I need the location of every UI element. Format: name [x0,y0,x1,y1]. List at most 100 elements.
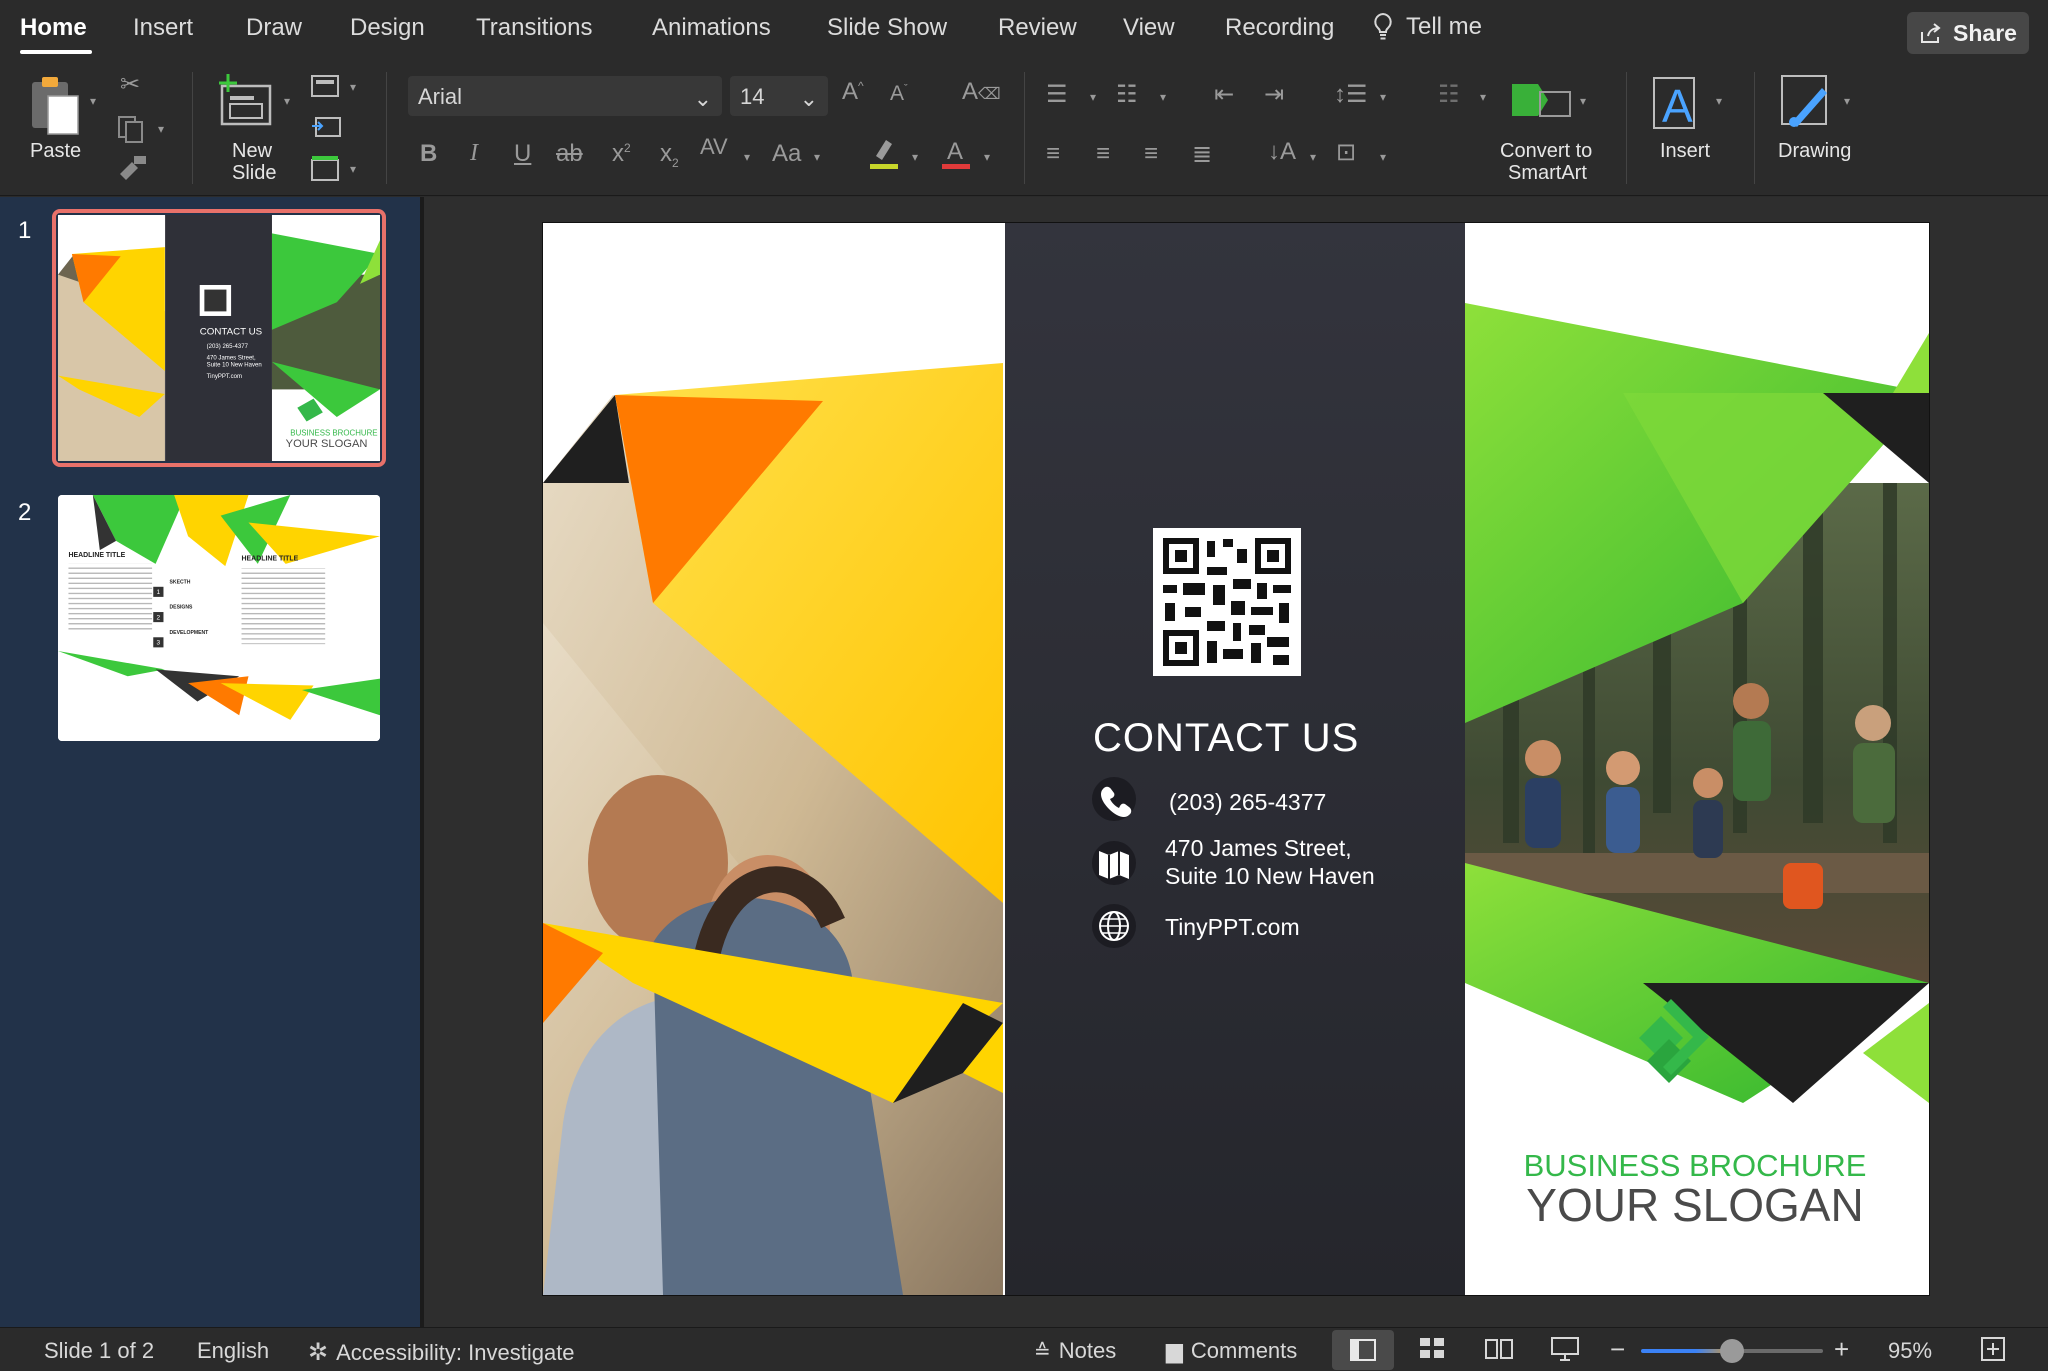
normal-view-button[interactable] [1332,1330,1394,1370]
tab-draw[interactable]: Draw [246,14,302,42]
slide-thumbnail-1[interactable]: CONTACT US (203) 265-4377 470 James Stre… [58,215,380,461]
tab-view[interactable]: View [1123,14,1175,42]
thumb-1-address-line2: Suite 10 New Haven [207,362,262,368]
slide-sorter-button[interactable] [1418,1336,1446,1360]
columns-icon[interactable]: ☷ [1438,80,1460,109]
share-button[interactable]: Share [1907,12,2029,54]
highlight-button[interactable] [868,136,900,175]
map-icon [1092,841,1136,885]
align-text-icon[interactable]: ⊡ [1336,138,1356,167]
comments-button[interactable]: ▆ Comments [1166,1338,1297,1364]
section-button[interactable] [310,154,340,189]
bold-icon[interactable]: B [420,140,437,168]
tab-insert[interactable]: Insert [133,14,193,42]
notes-button[interactable]: ≙ Notes [1034,1338,1116,1364]
notes-icon: ≙ [1034,1340,1051,1363]
increase-indent-icon[interactable]: ⇥ [1264,80,1284,109]
accessibility-button[interactable]: ✲ Accessibility: Investigate [308,1338,575,1367]
slide-thumbnail-2[interactable]: HEADLINE TITLE HEADLINE TITLE 1 SKECTH 2… [58,495,380,741]
language-indicator[interactable]: English [197,1338,269,1364]
new-slide-dropdown-chevron-icon[interactable]: ▾ [284,94,290,108]
insert-chevron-icon[interactable]: ▾ [1716,94,1722,108]
layout-button[interactable] [310,74,340,103]
drawing-button[interactable] [1778,72,1838,137]
change-case-chevron-icon[interactable]: ▾ [814,150,820,164]
layout-dropdown-chevron-icon[interactable]: ▾ [350,80,356,94]
dark-fold-top-left [543,395,629,483]
font-size-combobox[interactable]: 14 ⌄ [730,76,828,116]
font-name-chevron-icon: ⌄ [693,86,712,111]
columns-chevron-icon[interactable]: ▾ [1480,90,1486,104]
underline-icon[interactable]: U [514,140,531,168]
tab-animations[interactable]: Animations [652,14,771,42]
numbering-chevron-icon[interactable]: ▾ [1160,90,1166,104]
cut-icon[interactable]: ✂ [120,70,140,99]
zoom-in-icon[interactable]: + [1834,1334,1849,1365]
numbering-icon[interactable]: ☷ [1116,80,1138,109]
tab-recording[interactable]: Recording [1225,14,1334,42]
paste-button[interactable] [28,74,84,141]
strikethrough-icon[interactable]: ab [556,140,583,168]
slide-indicator[interactable]: Slide 1 of 2 [44,1338,154,1364]
convert-to-smartart-button[interactable] [1510,78,1574,127]
insert-textbox-button[interactable]: A [1650,72,1706,137]
tab-design[interactable]: Design [350,14,425,42]
comment-icon: ▆ [1166,1338,1183,1363]
slide-show-view-button[interactable] [1550,1336,1580,1362]
decrease-font-size-icon[interactable]: Aˇ [890,82,908,106]
font-color-chevron-icon[interactable]: ▾ [984,150,990,164]
reading-view-button[interactable] [1484,1336,1514,1360]
bullets-icon[interactable]: ☰ [1046,80,1068,109]
font-color-button[interactable]: A [940,136,972,175]
tab-home[interactable]: Home [20,14,87,42]
zoom-slider-thumb[interactable] [1720,1339,1744,1363]
align-right-icon[interactable]: ≡ [1144,140,1158,168]
zoom-percentage[interactable]: 95% [1888,1338,1932,1364]
clear-formatting-icon[interactable]: A⌫ [962,78,1001,106]
bullets-chevron-icon[interactable]: ▾ [1090,90,1096,104]
drawing-chevron-icon[interactable]: ▾ [1844,94,1850,108]
character-spacing-chevron-icon[interactable]: ▾ [744,150,750,164]
text-direction-icon[interactable]: ↓A [1268,138,1296,166]
new-slide-label-line1: New [232,140,273,162]
line-spacing-chevron-icon[interactable]: ▾ [1380,90,1386,104]
reading-view-icon [1485,1339,1513,1359]
subscript-icon[interactable]: x2 [660,140,679,170]
tab-review[interactable]: Review [998,14,1077,42]
address-line-1: 470 James Street, [1165,835,1352,861]
italic-icon[interactable]: I [470,140,478,167]
tab-slide-show[interactable]: Slide Show [827,14,947,42]
fit-to-window-icon [1981,1337,2005,1361]
decrease-indent-icon[interactable]: ⇤ [1214,80,1234,109]
font-size-chevron-icon: ⌄ [799,86,818,111]
justify-icon[interactable]: ≣ [1192,140,1212,169]
fit-to-window-button[interactable] [1980,1336,2006,1362]
align-left-icon[interactable]: ≡ [1046,140,1060,168]
superscript-icon[interactable]: x2 [612,140,631,168]
paste-dropdown-chevron-icon[interactable]: ▾ [90,94,96,108]
text-direction-chevron-icon[interactable]: ▾ [1310,150,1316,164]
left-panel-artwork [543,363,1003,1295]
tell-me-search[interactable]: Tell me [1372,12,1482,42]
copy-dropdown-chevron-icon[interactable]: ▾ [158,122,164,136]
highlight-chevron-icon[interactable]: ▾ [912,150,918,164]
format-painter-button[interactable] [116,154,148,189]
align-center-icon[interactable]: ≡ [1096,140,1110,168]
increase-font-size-icon[interactable]: A^ [842,78,864,106]
change-case-icon[interactable]: Aa [772,140,801,168]
align-text-chevron-icon[interactable]: ▾ [1380,150,1386,164]
slide-1-canvas[interactable]: CONTACT US (203) 265-4377 470 James Stre… [543,223,1929,1295]
brochure-title: BUSINESS BROCHURE [1524,1148,1867,1183]
reset-slide-button[interactable] [310,114,344,145]
tab-transitions[interactable]: Transitions [476,14,592,42]
copy-button[interactable] [116,114,146,149]
line-spacing-icon[interactable]: ↕☰ [1334,80,1368,109]
font-name-combobox[interactable]: Arial ⌄ [408,76,722,116]
new-slide-button[interactable] [216,72,276,137]
zoom-out-icon[interactable]: − [1610,1334,1625,1365]
home-ribbon: ▾ Paste ✂ ▾ ▾ New Slide ▾ ▾ Arial ⌄ 14 ⌄… [0,64,2048,196]
smartart-icon [1512,84,1571,117]
character-spacing-icon[interactable]: AV [700,134,728,160]
section-dropdown-chevron-icon[interactable]: ▾ [350,162,356,176]
smartart-chevron-icon[interactable]: ▾ [1580,94,1586,108]
